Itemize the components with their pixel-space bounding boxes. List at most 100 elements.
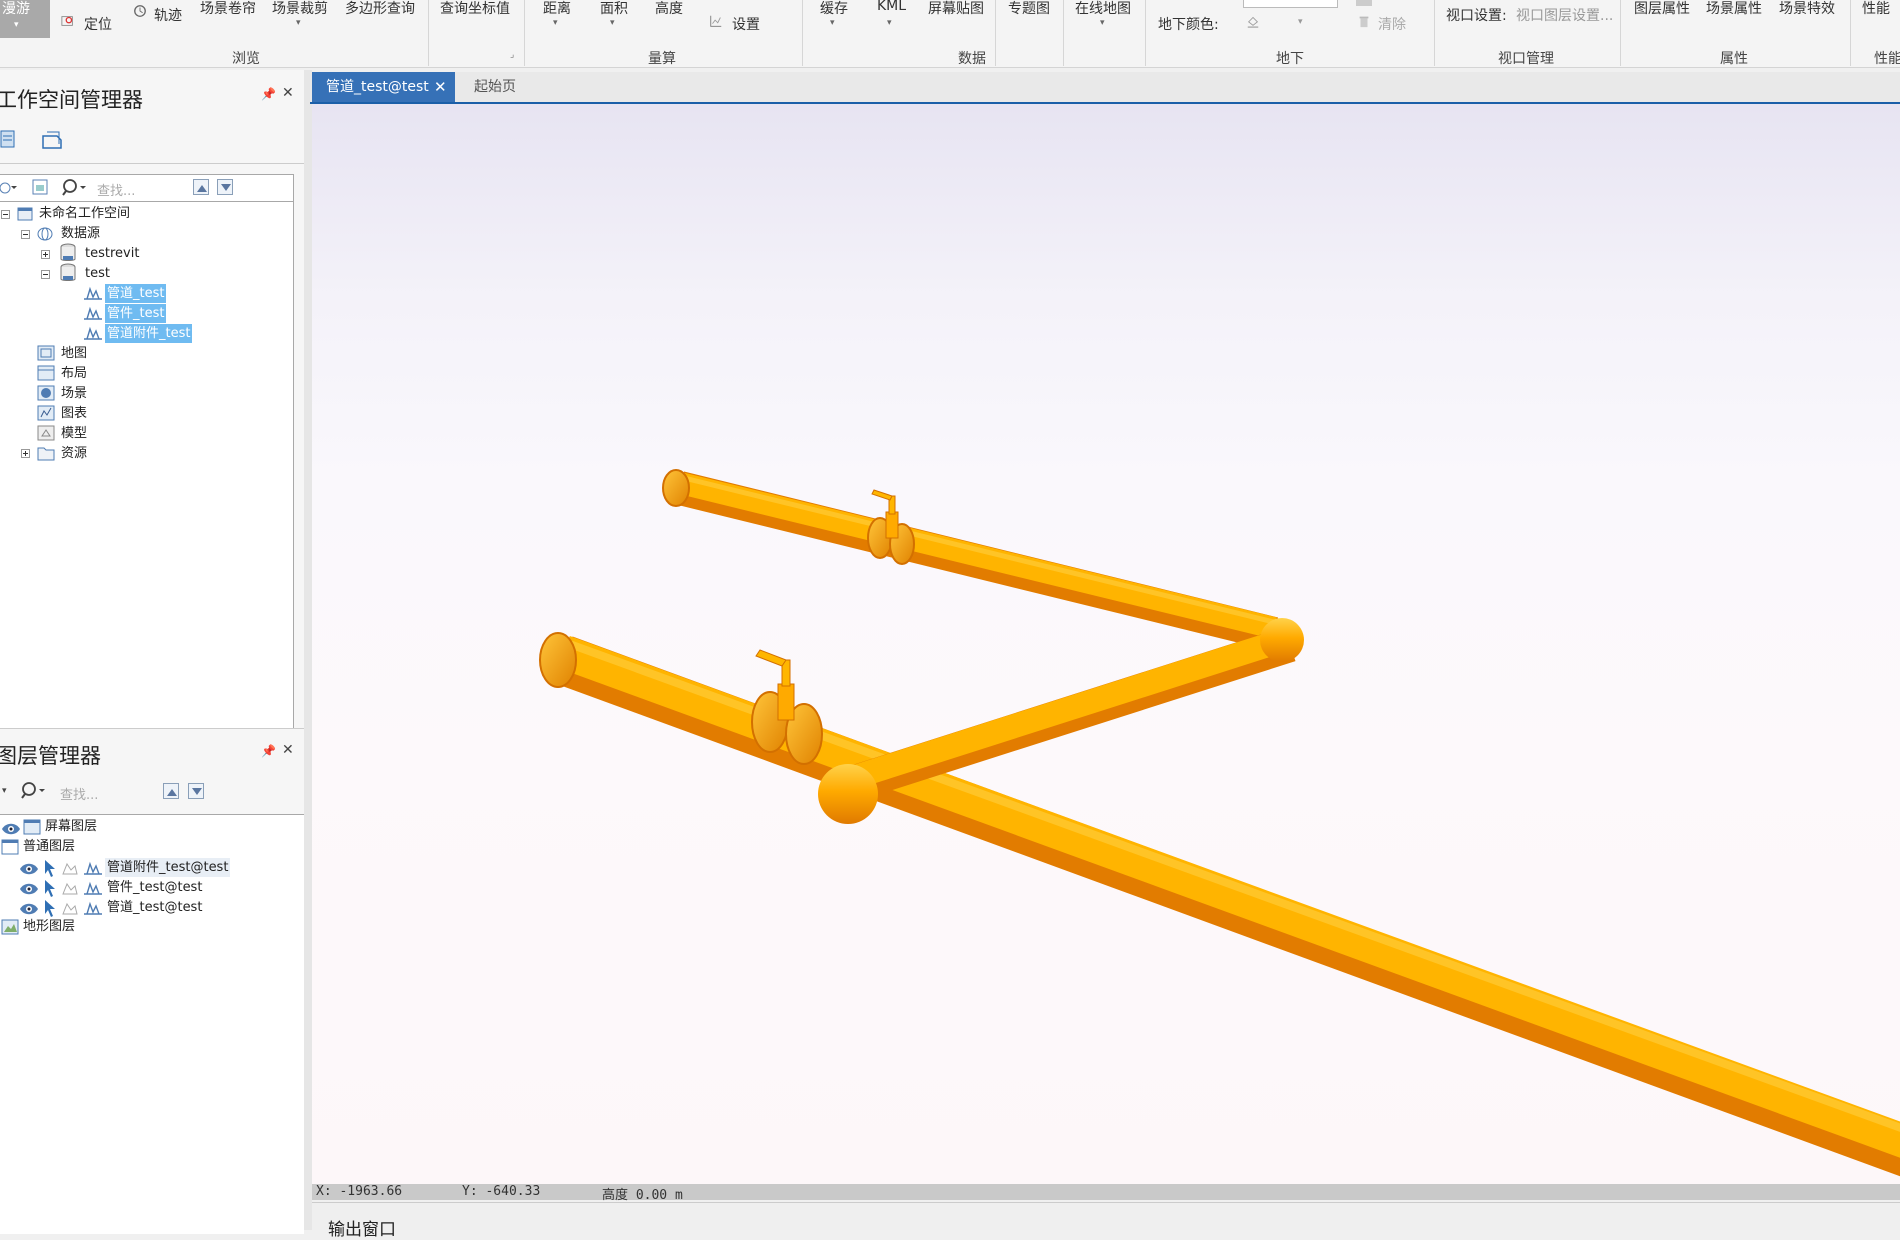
- model-layer-icon: [84, 861, 102, 875]
- collapse-toggle[interactable]: [21, 230, 30, 239]
- new-icon[interactable]: [31, 178, 49, 196]
- workspace-icon: [17, 207, 33, 221]
- panel-splitter[interactable]: [304, 70, 312, 1230]
- chevron-down-icon[interactable]: ▾: [1298, 17, 1303, 27]
- editable-icon[interactable]: [61, 860, 79, 876]
- tree-item-workspace[interactable]: 未命名工作空间: [37, 204, 132, 223]
- roam-label: 漫游: [2, 1, 30, 17]
- clear-button[interactable]: 清除: [1378, 14, 1406, 34]
- search-prev-button[interactable]: [193, 179, 209, 195]
- eye-icon[interactable]: [1, 822, 21, 836]
- chart-icon: [37, 405, 55, 421]
- connector-pipe-highlight: [848, 626, 1294, 790]
- elbow-fitting[interactable]: [1260, 618, 1304, 662]
- selectable-arrow-icon[interactable]: [43, 859, 57, 877]
- layer-group-screen[interactable]: 屏幕图层: [43, 817, 99, 836]
- screen-overlay-button[interactable]: 屏幕贴图: [928, 0, 984, 18]
- viewport-layer-settings-dropdown[interactable]: 视口图层设置...: [1516, 5, 1613, 25]
- tree-item-datasource[interactable]: 数据源: [59, 224, 102, 243]
- search-next-button[interactable]: [217, 179, 233, 195]
- eye-icon[interactable]: [19, 902, 39, 916]
- tree-item-scenes[interactable]: 场景: [59, 384, 89, 403]
- underground-value-input[interactable]: [1243, 0, 1338, 8]
- layer-group-terrain[interactable]: 地形图层: [21, 917, 77, 936]
- main-pipe-end-cap[interactable]: [539, 632, 577, 688]
- selectable-arrow-icon[interactable]: [43, 899, 57, 917]
- track-button[interactable]: 轨迹: [154, 5, 182, 25]
- measure-settings-button[interactable]: 设置: [732, 14, 760, 34]
- tree-item-models[interactable]: 模型: [59, 424, 89, 443]
- collapse-toggle[interactable]: [1, 210, 10, 219]
- tree-item-layouts[interactable]: 布局: [59, 364, 89, 383]
- layer-properties-button[interactable]: 图层属性: [1634, 0, 1690, 18]
- map-icon: [37, 345, 55, 361]
- locate-button[interactable]: 定位: [84, 14, 112, 34]
- valve-upper[interactable]: [867, 489, 915, 565]
- scene-effects-button[interactable]: 场景特效: [1779, 0, 1835, 18]
- scene-viewport[interactable]: [312, 104, 1900, 1184]
- layer-search-input[interactable]: 查找...: [60, 784, 98, 803]
- close-icon[interactable]: ✕: [434, 72, 447, 102]
- chevron-down-icon[interactable]: ▾: [2, 786, 7, 796]
- tee-fitting[interactable]: [818, 764, 878, 824]
- datasource-folder-icon: [37, 227, 53, 241]
- tab-label: 起始页: [474, 79, 516, 95]
- scene-clip-button[interactable]: 场景裁剪: [272, 0, 328, 18]
- tree-item-charts[interactable]: 图表: [59, 404, 89, 423]
- distance-button[interactable]: 距离: [543, 0, 571, 18]
- close-icon[interactable]: ✕: [282, 742, 294, 758]
- tree-item-pipe-test[interactable]: 管道_test: [105, 284, 167, 303]
- expand-toggle[interactable]: [21, 449, 30, 458]
- layer-item-pipe[interactable]: 管道_test@test: [105, 898, 204, 917]
- group-properties-label: 属性: [1720, 51, 1748, 67]
- paint-bucket-icon[interactable]: [1245, 14, 1261, 28]
- pin-icon[interactable]: 📌: [261, 744, 276, 758]
- search-next-button[interactable]: [188, 783, 204, 799]
- tree-item-fitting-test[interactable]: 管件_test: [105, 304, 167, 323]
- tree-item-test[interactable]: test: [83, 264, 112, 283]
- height-button[interactable]: 高度: [655, 0, 683, 18]
- divider: [524, 0, 525, 66]
- tree-item-testrevit[interactable]: testrevit: [83, 244, 141, 263]
- scene-swipe-button[interactable]: 场景卷帘: [200, 0, 256, 18]
- layer-group-normal[interactable]: 普通图层: [21, 837, 77, 856]
- tree-item-pipe-accessory-test[interactable]: 管道附件_test: [105, 324, 193, 343]
- editable-icon[interactable]: [61, 900, 79, 916]
- open-icon[interactable]: [0, 180, 17, 196]
- pin-icon[interactable]: 📌: [261, 87, 276, 101]
- tree-item-resources[interactable]: 资源: [59, 444, 89, 463]
- query-coordinate-button[interactable]: 查询坐标值: [440, 0, 510, 18]
- online-map-button[interactable]: 在线地图: [1075, 0, 1131, 18]
- performance-button[interactable]: 性能: [1862, 0, 1890, 18]
- upper-pipe-end-cap[interactable]: [662, 469, 690, 507]
- scene-properties-button[interactable]: 场景属性: [1706, 0, 1762, 18]
- chevron-down-icon: ▾: [830, 18, 835, 28]
- search-icon[interactable]: [61, 178, 87, 196]
- selectable-arrow-icon[interactable]: [43, 879, 57, 897]
- expand-toggle[interactable]: [41, 250, 50, 259]
- close-icon[interactable]: ✕: [282, 85, 294, 101]
- resources-folder-icon: [37, 447, 55, 461]
- divider: [428, 0, 429, 66]
- workspace-view-icon[interactable]: [0, 129, 16, 149]
- resource-view-icon[interactable]: [40, 128, 64, 150]
- polygon-query-button[interactable]: 多边形查询: [345, 0, 415, 18]
- search-icon[interactable]: [20, 781, 46, 799]
- kml-button[interactable]: KML: [877, 0, 906, 14]
- tab-start-page[interactable]: 起始页: [460, 72, 530, 102]
- cache-button[interactable]: 缓存: [820, 0, 848, 18]
- area-button[interactable]: 面积: [600, 0, 628, 18]
- valve-main[interactable]: [751, 649, 823, 765]
- eye-icon[interactable]: [19, 862, 39, 876]
- collapse-toggle[interactable]: [41, 270, 50, 279]
- workspace-search-input[interactable]: 查找...: [97, 180, 135, 199]
- thematic-map-button[interactable]: 专题图: [1008, 0, 1050, 18]
- layer-item-pipe-accessory[interactable]: 管道附件_test@test: [105, 858, 231, 877]
- layer-item-fitting[interactable]: 管件_test@test: [105, 878, 204, 897]
- editable-icon[interactable]: [61, 880, 79, 896]
- eye-icon[interactable]: [19, 882, 39, 896]
- tree-item-maps[interactable]: 地图: [59, 344, 89, 363]
- dialog-launcher-icon[interactable]: ⌟: [510, 50, 514, 60]
- tab-pipe-test[interactable]: 管道_test@test ✕: [312, 72, 455, 102]
- search-prev-button[interactable]: [163, 783, 179, 799]
